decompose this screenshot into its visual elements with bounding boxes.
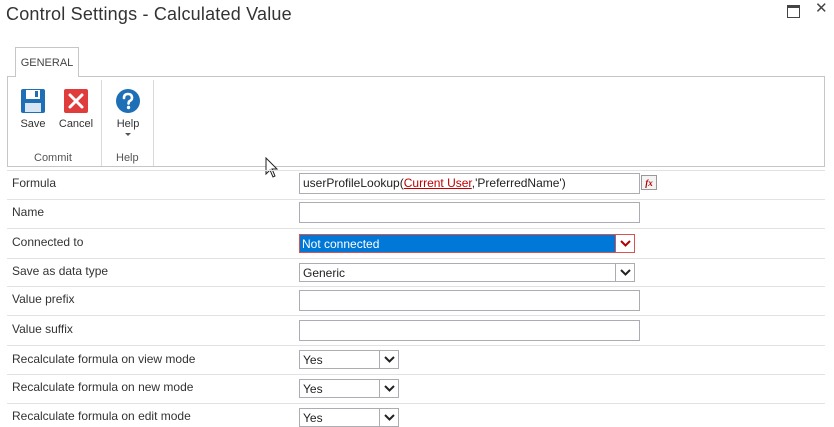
ribbon-group-commit: Commit: [34, 152, 72, 164]
save-icon: [21, 89, 45, 113]
connected-value: Not connected: [302, 237, 380, 251]
cancel-label: Cancel: [58, 118, 94, 130]
view-mode-row: Recalculate formula on view mode Yes: [7, 345, 825, 374]
formula-suffix: ,'PreferredName'): [471, 176, 566, 190]
chevron-down-icon[interactable]: [615, 235, 634, 252]
new-mode-label: Recalculate formula on new mode: [12, 380, 194, 394]
help-label: Help: [116, 118, 140, 130]
datatype-value: Generic: [303, 266, 346, 280]
view-mode-value: Yes: [303, 353, 323, 367]
connected-select[interactable]: Not connected: [299, 234, 635, 253]
formula-label: Formula: [12, 176, 57, 190]
connected-label: Connected to: [12, 235, 84, 249]
chevron-down-icon: [125, 133, 131, 136]
ribbon-divider: [101, 80, 102, 166]
formula-prefix: userProfileLookup(: [303, 176, 404, 190]
chevron-down-icon[interactable]: [379, 409, 398, 426]
prefix-row: Value prefix: [7, 286, 825, 315]
datatype-label: Save as data type: [12, 264, 109, 278]
save-label: Save: [20, 118, 46, 130]
edit-mode-value: Yes: [303, 411, 323, 425]
help-button[interactable]: Help: [112, 88, 144, 137]
datatype-row: Save as data type Generic: [7, 258, 825, 286]
ribbon-divider: [153, 80, 154, 166]
formula-row: Formula userProfileLookup(Current User,'…: [7, 170, 825, 199]
chevron-down-icon[interactable]: [615, 264, 634, 281]
new-mode-row: Recalculate formula on new mode Yes: [7, 374, 825, 403]
maximize-icon[interactable]: [787, 5, 800, 18]
new-mode-value: Yes: [303, 382, 323, 396]
new-mode-select[interactable]: Yes: [299, 379, 399, 398]
help-icon: [116, 89, 140, 113]
name-label: Name: [12, 205, 45, 219]
save-button[interactable]: Save: [17, 88, 49, 130]
name-input[interactable]: [299, 202, 640, 223]
edit-mode-select[interactable]: Yes: [299, 408, 399, 427]
datatype-select[interactable]: Generic: [299, 263, 635, 282]
name-row: Name: [7, 199, 825, 228]
suffix-input[interactable]: [299, 320, 640, 341]
dialog-title: Control Settings - Calculated Value: [6, 4, 292, 24]
close-icon[interactable]: ✕: [815, 0, 828, 18]
prefix-label: Value prefix: [12, 292, 75, 306]
view-mode-select[interactable]: Yes: [299, 350, 399, 369]
edit-mode-row: Recalculate formula on edit mode Yes: [7, 403, 825, 427]
ribbon-group-help: Help: [116, 152, 139, 164]
view-mode-label: Recalculate formula on view mode: [12, 352, 196, 366]
suffix-row: Value suffix: [7, 315, 825, 345]
formula-builder-button[interactable]: fx: [641, 175, 657, 190]
formula-token[interactable]: Current User: [404, 176, 472, 190]
suffix-label: Value suffix: [12, 322, 73, 336]
cancel-button[interactable]: Cancel: [58, 88, 94, 130]
chevron-down-icon[interactable]: [379, 351, 398, 368]
cancel-icon: [64, 89, 88, 113]
formula-input[interactable]: userProfileLookup(Current User,'Preferre…: [299, 173, 640, 194]
chevron-down-icon[interactable]: [379, 380, 398, 397]
connected-row: Connected to Not connected: [7, 228, 825, 258]
edit-mode-label: Recalculate formula on edit mode: [12, 409, 191, 423]
prefix-input[interactable]: [299, 290, 640, 311]
tab-general[interactable]: GENERAL: [15, 47, 79, 77]
